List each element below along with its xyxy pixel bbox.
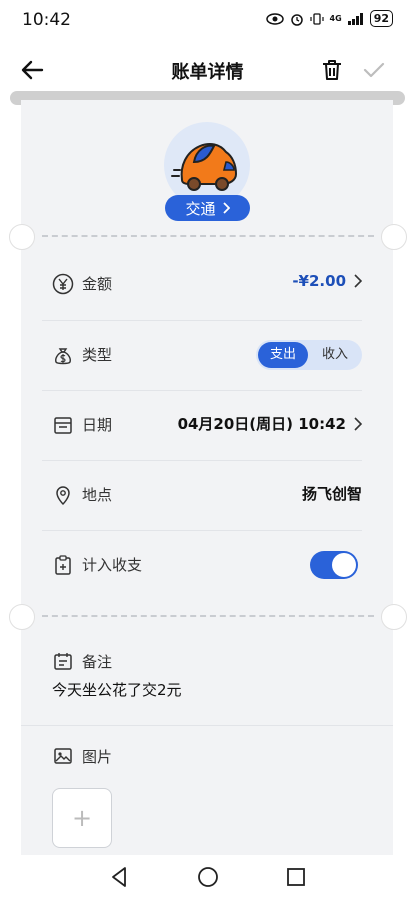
amount-value: -¥2.00 [292,272,362,290]
location-row[interactable]: 地点 扬飞创智 [42,460,362,530]
nav-home-icon[interactable] [196,865,220,889]
location-label: 地点 [82,486,113,504]
include-row: 计入收支 [42,530,362,600]
note-icon [54,653,72,670]
note-text[interactable]: 今天坐公花了交2元 [52,679,182,700]
status-icons: 4G 92 [265,10,393,27]
chevron-right-icon [354,274,362,288]
image-label: 图片 [82,748,113,766]
eye-icon [265,12,284,25]
section-divider [21,725,393,726]
money-bag-icon [55,348,71,365]
chevron-right-icon [222,202,230,214]
amount-text: -¥2.00 [292,272,346,290]
clipboard-plus-icon [55,555,71,575]
toggle-knob [332,553,356,577]
type-segmented-control: 支出 收入 [256,340,362,370]
amount-label: 金额 [82,275,113,293]
date-row[interactable]: 日期 04月20日(周日) 10:42 [42,390,362,460]
date-text: 04月20日(周日) 10:42 [177,415,346,433]
expense-option[interactable]: 支出 [258,342,308,368]
image-icon [54,748,72,764]
date-label: 日期 [82,416,113,434]
page-title: 账单详情 [171,62,244,83]
right-notch [381,224,407,250]
calendar-icon [54,417,72,434]
left-notch [9,604,35,630]
type-row: 类型 支出 收入 [42,320,362,390]
network-type: 4G [329,14,342,23]
dashed-divider [42,615,374,617]
note-label: 备注 [82,653,113,671]
include-label: 计入收支 [82,556,143,574]
battery-indicator: 92 [369,10,393,27]
status-bar: 10:42 4G 92 [0,0,415,40]
yen-coin-icon [52,273,74,295]
nav-back-icon[interactable] [108,865,132,889]
status-time: 10:42 [22,10,71,30]
trash-icon[interactable] [318,56,346,84]
check-icon[interactable] [360,56,388,84]
income-option[interactable]: 收入 [310,340,360,370]
location-pin-icon [56,486,70,506]
plus-icon: + [71,804,93,832]
category-label: 交通 [185,199,216,218]
alarm-icon [290,13,303,26]
include-toggle[interactable] [310,551,358,579]
dashed-divider [42,235,374,237]
vibrate-icon [309,12,324,25]
header-bar: 账单详情 [0,44,415,96]
add-image-button[interactable]: + [52,788,112,848]
system-nav-bar [0,855,415,900]
date-value: 04月20日(周日) 10:42 [178,413,362,434]
chevron-right-icon [354,416,362,431]
signal-icon [347,12,363,25]
left-notch [9,224,35,250]
type-label: 类型 [82,346,113,364]
location-value: 扬飞创智 [301,485,362,503]
category-button[interactable]: 交通 [165,195,250,221]
nav-recents-icon[interactable] [284,865,308,889]
right-notch [381,604,407,630]
amount-row[interactable]: 金额 -¥2.00 [42,249,362,319]
